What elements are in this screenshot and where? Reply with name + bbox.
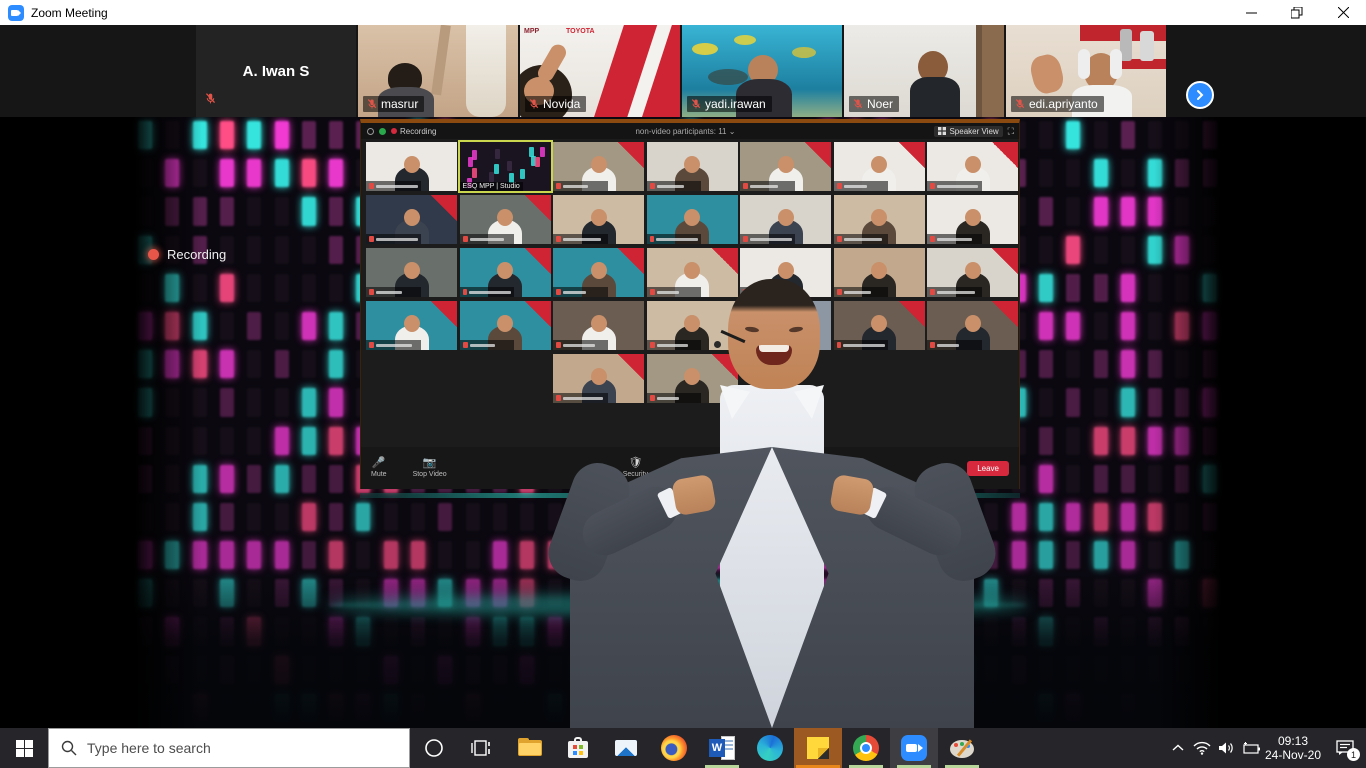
brand-logo-mpp: MPP xyxy=(524,28,539,35)
microsoft-store-icon xyxy=(565,735,591,761)
taskbar-clock[interactable]: 09:13 24-Nov-20 xyxy=(1262,734,1324,762)
word-button[interactable]: W xyxy=(698,728,746,768)
word-icon: W xyxy=(709,735,735,761)
speaker-video: Recording non-video participants: 11 ⌄ S… xyxy=(132,117,1224,728)
volume-button[interactable] xyxy=(1214,728,1238,768)
participant-name: edi.apriyanto xyxy=(1029,97,1098,111)
chrome-button[interactable] xyxy=(842,728,890,768)
participant-name: A. Iwan S xyxy=(196,25,356,117)
notification-badge: 1 xyxy=(1347,748,1360,761)
muted-mic-icon xyxy=(366,98,378,110)
participant-tile-a-iwan-s[interactable]: A. Iwan S xyxy=(196,25,356,117)
zoom-meeting-window: Zoom Meeting A. Iwan S xyxy=(0,0,1366,768)
battery-charging-icon xyxy=(1240,742,1260,755)
participant-label: masrur xyxy=(363,96,424,112)
chrome-icon xyxy=(853,735,879,761)
speaker-person xyxy=(132,117,1224,728)
participant-filmstrip: A. Iwan S masrur xyxy=(0,25,1366,117)
participant-name: Noer xyxy=(867,97,893,111)
task-view-button[interactable] xyxy=(458,728,506,768)
file-explorer-button[interactable] xyxy=(506,728,554,768)
recording-dot-icon xyxy=(148,249,159,260)
edge-icon xyxy=(757,735,783,761)
speaker-right-fist xyxy=(829,474,875,516)
speaker-head xyxy=(728,279,820,389)
firefox-button[interactable] xyxy=(650,728,698,768)
firefox-icon xyxy=(661,735,687,761)
participant-tile-masrur[interactable]: masrur xyxy=(358,25,518,117)
zoom-icon xyxy=(901,735,927,761)
participant-name: yadi.irawan xyxy=(705,97,766,111)
muted-mic-icon xyxy=(852,98,864,110)
muted-mic-icon xyxy=(690,98,702,110)
recording-indicator: Recording xyxy=(148,247,226,262)
battery-button[interactable] xyxy=(1238,728,1262,768)
search-placeholder: Type here to search xyxy=(87,740,211,756)
hidden-icons-button[interactable] xyxy=(1166,728,1190,768)
participant-tile-noer[interactable]: Noer xyxy=(844,25,1004,117)
muted-mic-icon xyxy=(1014,98,1026,110)
next-participants-button[interactable] xyxy=(1186,81,1214,109)
minimize-button[interactable] xyxy=(1228,0,1274,25)
main-video-stage: Recording non-video participants: 11 ⌄ S… xyxy=(0,117,1366,728)
sticky-notes-button[interactable] xyxy=(794,728,842,768)
chevron-up-icon xyxy=(1172,744,1184,752)
window-title: Zoom Meeting xyxy=(31,6,108,20)
participant-label: Novida xyxy=(525,96,586,112)
edge-button[interactable] xyxy=(746,728,794,768)
mail-button[interactable] xyxy=(602,728,650,768)
recording-label: Recording xyxy=(167,247,226,262)
paint-button[interactable] xyxy=(938,728,986,768)
speaker-left-fist xyxy=(671,474,717,516)
participant-label: Noer xyxy=(849,96,899,112)
sticky-notes-icon xyxy=(805,735,831,761)
restore-button[interactable] xyxy=(1274,0,1320,25)
system-tray: 09:13 24-Nov-20 1 xyxy=(1166,728,1366,768)
participant-label: yadi.irawan xyxy=(687,96,772,112)
file-explorer-icon xyxy=(517,735,543,761)
muted-mic-icon xyxy=(528,98,540,110)
cortana-button[interactable] xyxy=(410,728,458,768)
participant-label: edi.apriyanto xyxy=(1011,96,1104,112)
window-titlebar: Zoom Meeting xyxy=(0,0,1366,25)
chevron-right-icon xyxy=(1194,89,1206,101)
participant-name: masrur xyxy=(381,97,418,111)
clock-date: 24-Nov-20 xyxy=(1264,748,1322,762)
action-center-button[interactable]: 1 xyxy=(1324,728,1366,768)
task-view-icon xyxy=(471,737,493,759)
zoom-app-icon xyxy=(8,5,24,21)
participant-tile-novida[interactable]: MPP TOYOTA Novida xyxy=(520,25,680,117)
search-icon xyxy=(61,740,77,756)
participant-tile-yadi-irawan[interactable]: yadi.irawan xyxy=(682,25,842,117)
windows-taskbar: Type here to search xyxy=(0,728,1366,768)
mail-icon xyxy=(613,735,639,761)
cortana-icon xyxy=(424,738,444,758)
participant-tile-edi-apriyanto[interactable]: edi.apriyanto xyxy=(1006,25,1166,117)
speaker-icon xyxy=(1218,741,1235,755)
wifi-button[interactable] xyxy=(1190,728,1214,768)
taskbar-search[interactable]: Type here to search xyxy=(48,728,410,768)
microsoft-store-button[interactable] xyxy=(554,728,602,768)
paint-icon xyxy=(949,735,975,761)
participant-name: Novida xyxy=(543,97,580,111)
zoom-taskbar-button[interactable] xyxy=(890,728,938,768)
clock-time: 09:13 xyxy=(1264,734,1322,748)
close-button[interactable] xyxy=(1320,0,1366,25)
start-button[interactable] xyxy=(0,728,48,768)
wifi-icon xyxy=(1193,741,1211,755)
muted-mic-icon xyxy=(204,92,217,110)
brand-logo-toyota: TOYOTA xyxy=(566,28,595,35)
windows-logo-icon xyxy=(16,740,33,757)
